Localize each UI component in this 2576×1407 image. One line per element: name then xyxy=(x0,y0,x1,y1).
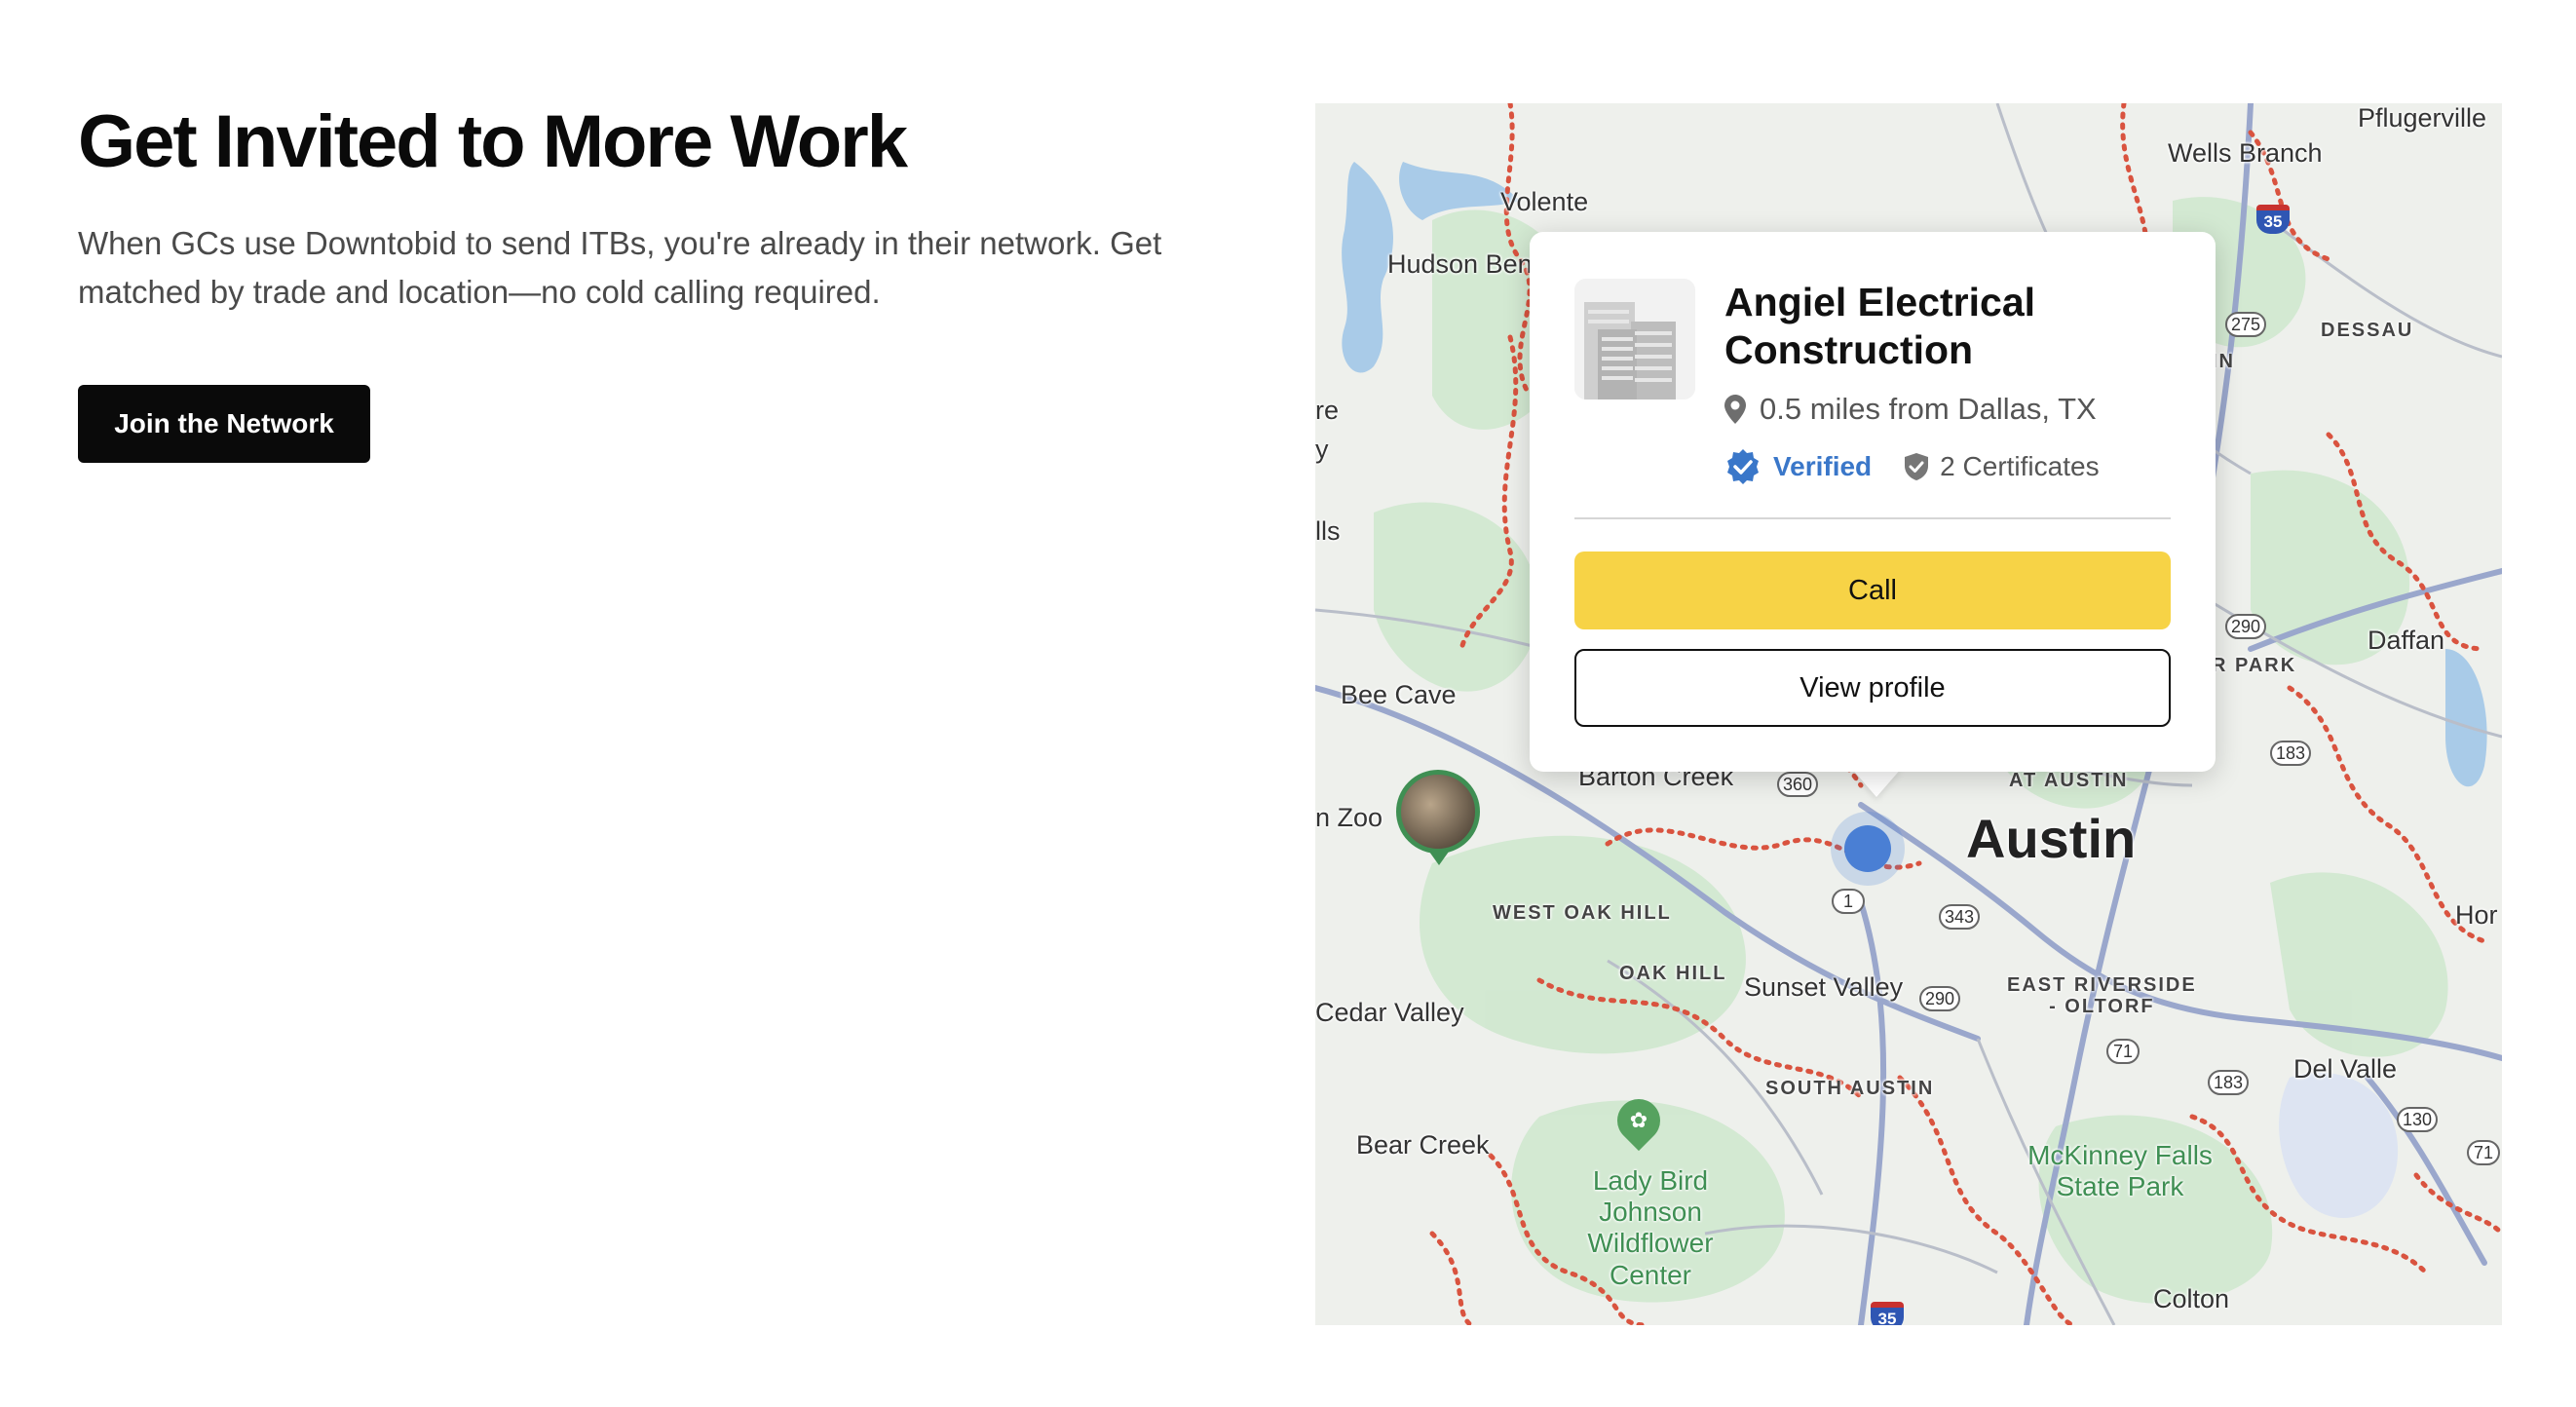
current-location-pin-icon[interactable] xyxy=(1844,825,1891,872)
map-label-del-valle: Del Valle xyxy=(2293,1054,2398,1084)
route-shield-1: 1 xyxy=(1832,889,1865,914)
map-label-park-fragment: R PARK xyxy=(2212,655,2297,676)
route-shield-35: 35 xyxy=(2256,205,2290,234)
map-label-hudson-bend: Hudson Ben xyxy=(1387,249,1533,279)
route-shield-290: 290 xyxy=(2225,614,2267,639)
certificates-badge: 2 Certificates xyxy=(1903,451,2100,482)
map-label-volente: Volente xyxy=(1500,187,1589,216)
route-shield-343: 343 xyxy=(1939,904,1981,930)
map-label-hor: Hor xyxy=(2455,900,2498,930)
map-label-dessau: DESSAU xyxy=(2321,320,2414,341)
route-shield-130: 130 xyxy=(2397,1107,2439,1132)
map-label-lls-fragment: lls xyxy=(1315,516,1341,546)
map-label-re-fragment: re xyxy=(1315,396,1340,425)
company-logo xyxy=(1574,279,1695,399)
zoo-marker-tail xyxy=(1429,852,1449,865)
hero-subtitle: When GCs use Downtobid to send ITBs, you… xyxy=(78,225,1162,310)
map-label-south-austin: SOUTH AUSTIN xyxy=(1765,1078,1935,1099)
company-name: Angiel Electrical Construction xyxy=(1724,280,2036,373)
map-label-zoo: n Zoo xyxy=(1315,803,1383,832)
verified-label: Verified xyxy=(1773,451,1873,481)
map-label-east-riverside: EAST RIVERSIDE - OLTORF xyxy=(2007,974,2197,1017)
map-label-bee-cave: Bee Cave xyxy=(1341,680,1457,709)
route-shield-183: 183 xyxy=(2270,741,2312,766)
certificates-label: 2 Certificates xyxy=(1940,451,2100,481)
call-button[interactable]: Call xyxy=(1574,551,2171,629)
map-label-colton: Colton xyxy=(2153,1284,2230,1313)
route-shield-71-east: 71 xyxy=(2467,1140,2500,1165)
shield-check-icon xyxy=(1905,453,1929,480)
map-label-wells-branch: Wells Branch xyxy=(2168,138,2323,168)
map-label-oak-hill: OAK HILL xyxy=(1619,963,1727,984)
map-label-cedar-valley: Cedar Valley xyxy=(1315,998,1464,1027)
map-label-mckinney-falls: McKinney Falls State Park xyxy=(2027,1140,2213,1202)
card-divider xyxy=(1574,517,2171,519)
map-label-lady-bird: Lady Bird Johnson Wildflower Center xyxy=(1587,1165,1714,1290)
contractor-card: Angiel Electrical Construction 0.5 miles… xyxy=(1530,232,2216,772)
verified-badge-icon xyxy=(1727,449,1759,484)
card-pointer xyxy=(1851,768,1902,797)
map-label-sunset-valley: Sunset Valley xyxy=(1744,972,1904,1002)
map-label-daffan: Daffan xyxy=(2368,626,2445,655)
company-badges: Verified 2 Certificates xyxy=(1724,448,2100,485)
view-profile-button[interactable]: View profile xyxy=(1574,649,2171,727)
map-label-at-austin: AT AUSTIN xyxy=(2009,770,2129,791)
zoo-photo-marker[interactable] xyxy=(1396,770,1480,854)
route-shield-290-south: 290 xyxy=(1919,986,1961,1011)
route-shield-71: 71 xyxy=(2106,1039,2140,1064)
hero-section: Get Invited to More Work When GCs use Do… xyxy=(78,97,1228,316)
page-title: Get Invited to More Work xyxy=(78,100,908,183)
verified-badge: Verified xyxy=(1724,448,1872,485)
map-label-pflugerville: Pflugerville xyxy=(2358,103,2487,133)
route-shield-360: 360 xyxy=(1777,772,1819,797)
map-label-bear-creek: Bear Creek xyxy=(1356,1130,1490,1160)
company-distance: 0.5 miles from Dallas, TX xyxy=(1724,392,2097,427)
building-icon xyxy=(1574,279,1695,399)
route-shield-35-south: 35 xyxy=(1871,1302,1904,1325)
route-shield-275: 275 xyxy=(2225,312,2267,337)
map-label-west-oak-hill: WEST OAK HILL xyxy=(1493,902,1672,924)
join-network-button[interactable]: Join the Network xyxy=(78,385,370,463)
map-label-austin: Austin xyxy=(1966,808,2137,869)
map-label-y-fragment: y xyxy=(1315,435,1329,464)
distance-text: 0.5 miles from Dallas, TX xyxy=(1760,392,2097,426)
route-shield-183-south: 183 xyxy=(2208,1070,2250,1095)
location-pin-icon xyxy=(1724,395,1746,424)
